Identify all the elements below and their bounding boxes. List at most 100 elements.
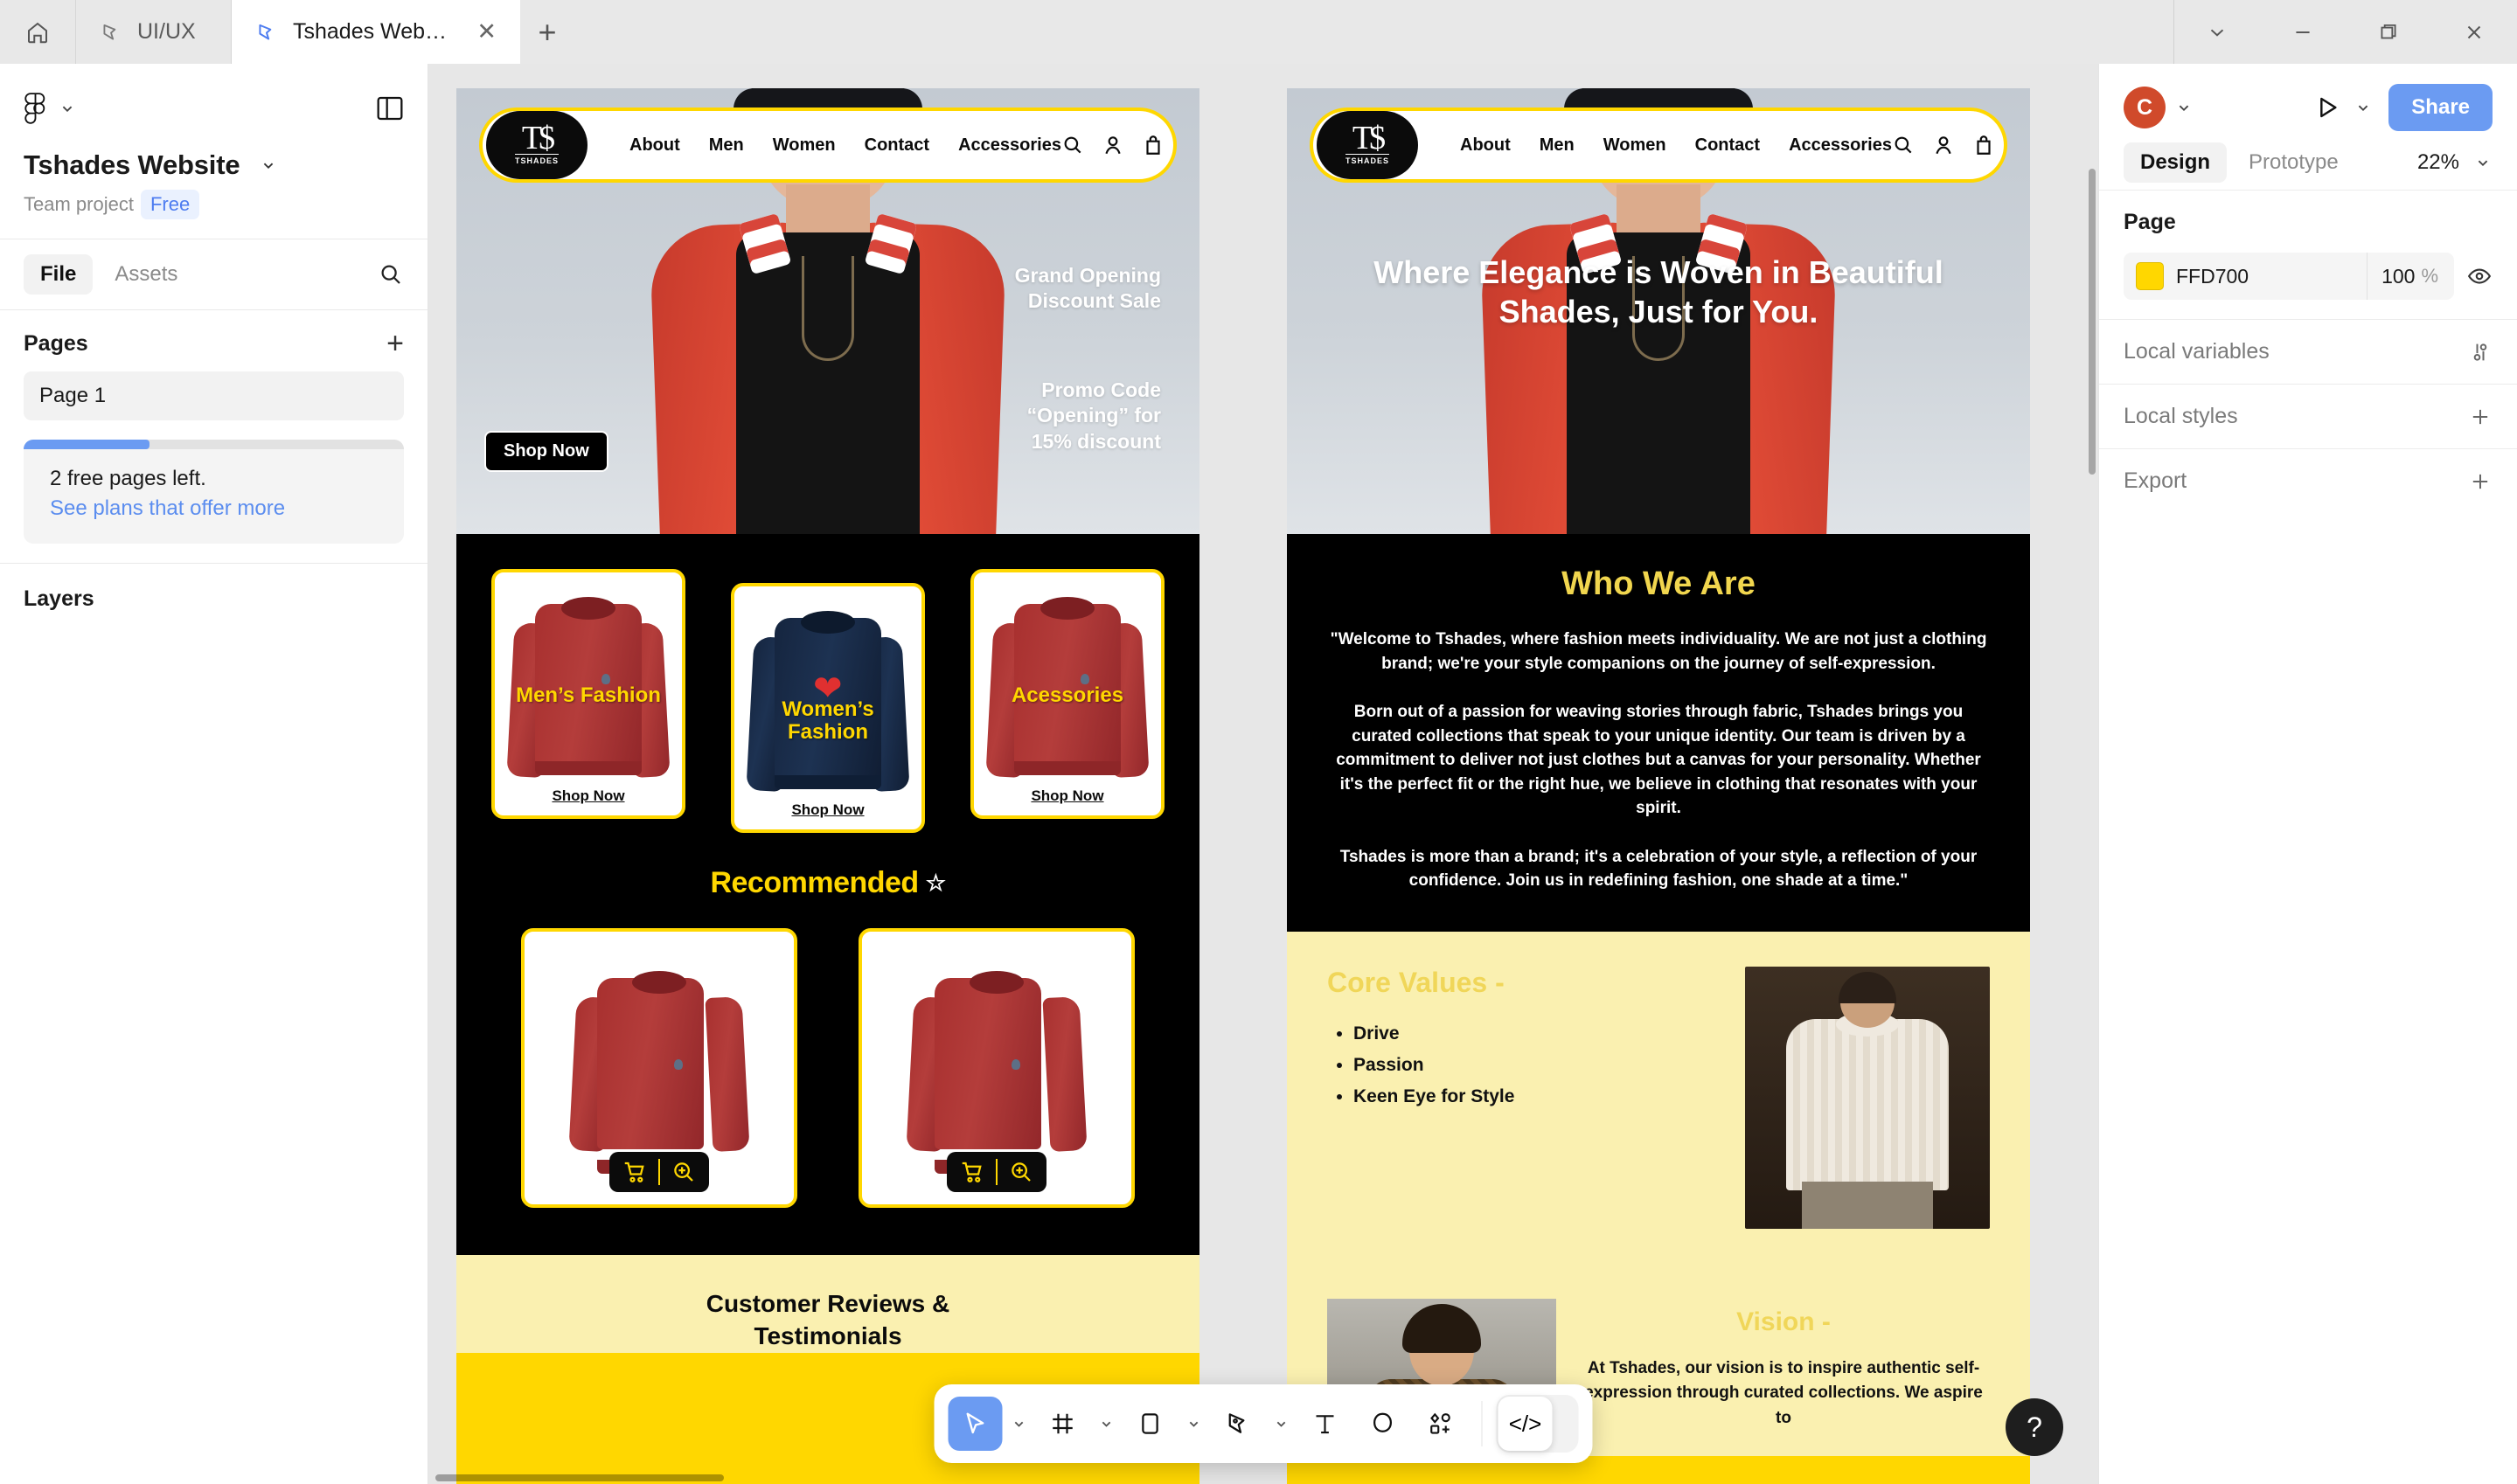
export-section[interactable]: Export xyxy=(2099,448,2517,513)
canvas-vertical-scrollbar[interactable] xyxy=(2086,64,2098,1484)
left-sidebar: Tshades Website Team project Free File A… xyxy=(0,64,428,1484)
nav-link-women[interactable]: Women xyxy=(1603,135,1666,156)
comment-tool-button[interactable] xyxy=(1356,1397,1410,1451)
new-tab-button[interactable]: + xyxy=(520,0,574,64)
panel-layout-icon[interactable] xyxy=(376,95,404,121)
tab-tshades-website[interactable]: Tshades Website ✕ xyxy=(232,0,520,64)
sliders-icon[interactable] xyxy=(2468,340,2493,364)
figma-logo-icon xyxy=(24,92,47,125)
fill-color-swatch[interactable] xyxy=(2136,262,2164,290)
frame-icon xyxy=(1050,1411,1076,1437)
plus-icon[interactable] xyxy=(2468,405,2493,429)
nav-link-accessories[interactable]: Accessories xyxy=(1789,135,1892,156)
core-value-item: Keen Eye for Style xyxy=(1353,1081,1719,1113)
close-icon[interactable]: ✕ xyxy=(464,20,497,44)
category-card-mens[interactable]: Men’s Fashion Shop Now xyxy=(491,569,685,819)
maximize-icon[interactable] xyxy=(2346,0,2431,64)
tab-file[interactable]: File xyxy=(24,254,94,295)
cart-icon[interactable] xyxy=(622,1159,648,1185)
chevron-down-icon[interactable] xyxy=(2174,0,2260,64)
add-page-button[interactable]: + xyxy=(386,329,404,358)
local-variables-section[interactable]: Local variables xyxy=(2099,319,2517,384)
design-frame-about[interactable]: T$ TSHADES About Men Women Contact Acces… xyxy=(1287,88,2030,1484)
tab-assets[interactable]: Assets xyxy=(98,254,194,295)
category-shop-now[interactable]: Shop Now xyxy=(552,787,624,805)
shape-tool-options[interactable] xyxy=(1181,1415,1207,1432)
user-icon[interactable] xyxy=(1932,134,1955,156)
tab-ui-ux[interactable]: UI/UX xyxy=(76,0,232,64)
minimize-icon[interactable] xyxy=(2260,0,2346,64)
nav-link-contact[interactable]: Contact xyxy=(865,135,929,156)
text-tool-button[interactable] xyxy=(1298,1397,1352,1451)
page-list-item[interactable]: Page 1 xyxy=(24,371,404,420)
fill-hex-value[interactable]: FFD700 xyxy=(2176,265,2367,288)
shape-tool-button[interactable] xyxy=(1123,1397,1178,1451)
hero-shop-now-button[interactable]: Shop Now xyxy=(484,431,608,472)
recommended-product-card[interactable] xyxy=(521,928,797,1208)
free-pages-progress xyxy=(24,440,404,449)
chevron-down-icon[interactable] xyxy=(2354,98,2373,117)
close-icon[interactable] xyxy=(2431,0,2517,64)
figma-app-window: UI/UX Tshades Website ✕ + Tshades Websit… xyxy=(0,0,2517,1484)
user-icon[interactable] xyxy=(1102,134,1124,156)
zoom-in-icon[interactable] xyxy=(1008,1159,1034,1185)
move-tool-button[interactable] xyxy=(948,1397,1003,1451)
layers-section: Layers xyxy=(0,563,428,635)
canvas[interactable]: T$ TSHADES About Men Women Contact Acces… xyxy=(428,64,2098,1484)
nav-link-about[interactable]: About xyxy=(629,135,680,156)
help-button[interactable]: ? xyxy=(2006,1398,2063,1456)
shopping-bag-icon[interactable] xyxy=(1142,134,1165,156)
nav-link-women[interactable]: Women xyxy=(773,135,836,156)
category-shop-now[interactable]: Shop Now xyxy=(1031,787,1103,805)
tshades-logo[interactable]: T$ TSHADES xyxy=(486,111,588,179)
nav-link-accessories[interactable]: Accessories xyxy=(958,135,1061,156)
file-name-row[interactable]: Tshades Website xyxy=(24,149,404,181)
zoom-in-icon[interactable] xyxy=(671,1159,697,1185)
search-icon[interactable] xyxy=(378,261,404,288)
actions-tool-button[interactable] xyxy=(1414,1397,1468,1451)
see-plans-link[interactable]: See plans that offer more xyxy=(50,496,378,521)
home-button[interactable] xyxy=(0,0,76,64)
search-icon[interactable] xyxy=(1061,134,1084,156)
recommended-product-card[interactable] xyxy=(859,928,1135,1208)
category-card-womens[interactable]: ❤ Women’s Fashion Shop Now xyxy=(731,583,925,833)
category-card-accessories[interactable]: Acessories Shop Now xyxy=(970,569,1165,819)
avatar[interactable]: C xyxy=(2124,87,2166,128)
play-icon[interactable] xyxy=(2313,94,2341,121)
comment-icon xyxy=(1370,1411,1396,1437)
product-actions xyxy=(947,1152,1046,1192)
fill-opacity-value[interactable]: 100 xyxy=(2381,265,2415,288)
zoom-control[interactable]: 22% xyxy=(2417,150,2493,175)
page-section-heading: Page xyxy=(2124,210,2176,234)
plan-badge[interactable]: Free xyxy=(140,190,200,219)
shopping-bag-icon[interactable] xyxy=(1972,134,1995,156)
tab-prototype[interactable]: Prototype xyxy=(2232,142,2355,183)
cart-icon[interactable] xyxy=(959,1159,985,1185)
nav-link-men[interactable]: Men xyxy=(709,135,744,156)
export-label: Export xyxy=(2124,468,2187,493)
tshades-logo[interactable]: T$ TSHADES xyxy=(1317,111,1418,179)
design-frame-home[interactable]: T$ TSHADES About Men Women Contact Acces… xyxy=(456,88,1199,1484)
canvas-horizontal-scrollbar[interactable] xyxy=(428,1472,2098,1484)
eye-icon[interactable] xyxy=(2466,263,2493,289)
nav-link-contact[interactable]: Contact xyxy=(1695,135,1760,156)
nav-link-about[interactable]: About xyxy=(1460,135,1511,156)
logo-wordmark: TSHADES xyxy=(1345,154,1389,165)
main-menu-button[interactable] xyxy=(24,92,77,125)
tab-design[interactable]: Design xyxy=(2124,142,2228,183)
dev-mode-icon[interactable]: </> xyxy=(1498,1397,1553,1451)
who-we-are-paragraph: Tshades is more than a brand; it's a cel… xyxy=(1339,847,1978,891)
local-styles-section[interactable]: Local styles xyxy=(2099,384,2517,448)
move-tool-options[interactable] xyxy=(1006,1415,1033,1432)
plus-icon[interactable] xyxy=(2468,469,2493,494)
pen-tool-button[interactable] xyxy=(1211,1397,1265,1451)
search-icon[interactable] xyxy=(1892,134,1915,156)
frame-tool-options[interactable] xyxy=(1094,1415,1120,1432)
frame-tool-button[interactable] xyxy=(1036,1397,1090,1451)
chevron-down-icon[interactable] xyxy=(2174,98,2194,117)
dev-mode-toggle[interactable]: </> xyxy=(1496,1395,1579,1453)
pen-tool-options[interactable] xyxy=(1269,1415,1295,1432)
nav-link-men[interactable]: Men xyxy=(1540,135,1575,156)
category-shop-now[interactable]: Shop Now xyxy=(791,801,864,819)
share-button[interactable]: Share xyxy=(2388,84,2493,131)
